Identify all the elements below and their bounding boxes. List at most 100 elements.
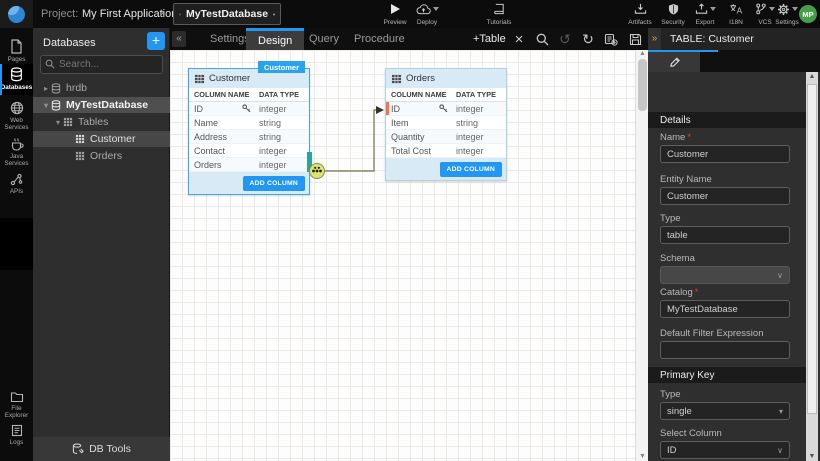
canvas-scrollbar[interactable]: ▲ ▼ xyxy=(635,50,648,461)
relation-anchor-icon[interactable] xyxy=(308,162,326,180)
type-input[interactable] xyxy=(660,226,790,244)
selected-table-badge: Customer xyxy=(258,61,305,73)
type-label: Type xyxy=(660,213,681,224)
table-row[interactable]: ID integer xyxy=(386,102,506,116)
table-icon xyxy=(391,74,402,84)
rail-item-java-services[interactable]: Java Services xyxy=(0,134,33,170)
section-details: Details xyxy=(648,112,806,128)
table-card-customer[interactable]: Customer COLUMN NAMEDATA TYPE ID integer… xyxy=(188,68,310,195)
scroll-up-icon[interactable]: ▲ xyxy=(806,73,818,80)
tree-item-hrdb[interactable]: ▸ hrdb xyxy=(33,80,170,96)
select-column-label: Select Column xyxy=(660,428,722,439)
gear-icon xyxy=(777,3,790,16)
table-row[interactable]: Addressstring xyxy=(189,130,309,144)
database-icon xyxy=(10,67,23,82)
er-diagram-canvas[interactable]: Customer COLUMN NAMEDATA TYPE ID integer… xyxy=(170,50,648,461)
schema-select[interactable]: ∨ xyxy=(660,266,790,284)
table-row[interactable]: Itemstring xyxy=(386,116,506,130)
grid-icon[interactable] xyxy=(273,9,275,20)
coffee-icon xyxy=(10,137,24,151)
tutorials-button[interactable]: Tutorials xyxy=(482,3,516,26)
export-db-icon[interactable] xyxy=(602,30,620,48)
api-icon xyxy=(10,173,23,186)
default-filter-input[interactable] xyxy=(660,341,790,359)
scroll-down-icon[interactable]: ▼ xyxy=(806,453,818,460)
inspector-scrollbar[interactable]: ▲ ▼ xyxy=(806,72,818,461)
chevron-expanded-icon[interactable]: ▾ xyxy=(53,118,63,127)
entity-name-label: Entity Name xyxy=(660,174,712,185)
select-column-select[interactable]: ID∨ xyxy=(660,441,790,459)
name-input[interactable] xyxy=(660,145,790,163)
scrollbar-thumb[interactable] xyxy=(638,59,647,111)
globe-icon xyxy=(10,101,24,115)
rail-item-logs[interactable]: Logs xyxy=(0,421,33,449)
table-footer: ADD COLUMN xyxy=(386,158,506,180)
catalog-input[interactable] xyxy=(660,300,790,318)
collapse-panel-icon[interactable]: « xyxy=(172,31,186,47)
save-icon[interactable] xyxy=(626,30,644,48)
db-tab-mytestdatabase[interactable]: MyTestDatabase xyxy=(173,3,281,25)
chevron-down-icon: ∨ xyxy=(777,271,783,280)
add-column-button[interactable]: ADD COLUMN xyxy=(243,176,305,191)
section-primary-key: Primary Key xyxy=(648,367,806,383)
key-icon xyxy=(242,104,251,113)
add-table-button[interactable]: +Table xyxy=(473,28,506,50)
pk-type-select[interactable]: single▾ xyxy=(660,402,790,420)
table-row[interactable]: Quantityinteger xyxy=(386,130,506,144)
chevron-expanded-icon[interactable]: ▾ xyxy=(41,101,51,110)
add-database-button[interactable]: + xyxy=(147,32,165,50)
artifacts-button[interactable]: Artifacts xyxy=(623,3,657,26)
schema-label: Schema xyxy=(660,253,695,264)
tab-design[interactable]: Design xyxy=(246,28,304,50)
table-row[interactable]: Ordersinteger xyxy=(189,158,309,172)
undo-icon[interactable]: ↺ xyxy=(556,30,574,48)
app-window: Project: My First Application › MyTestDa… xyxy=(0,0,820,461)
table-row[interactable]: ID integer xyxy=(189,102,309,116)
topbar: Project: My First Application › MyTestDa… xyxy=(0,0,820,28)
tree-item-mytestdatabase[interactable]: ▾ MyTestDatabase xyxy=(33,97,170,113)
preview-button[interactable]: Preview xyxy=(378,3,412,26)
table-row[interactable]: Contactinteger xyxy=(189,144,309,158)
project-label: Project: xyxy=(41,8,78,20)
redo-icon[interactable]: ↻ xyxy=(579,30,597,48)
entity-name-input[interactable] xyxy=(660,187,790,205)
rail-item-apis[interactable]: APIs xyxy=(0,170,33,198)
rail-item-databases[interactable]: Databases xyxy=(0,64,33,95)
folder-icon xyxy=(10,391,24,403)
chevron-collapsed-icon[interactable]: ▸ xyxy=(41,84,51,93)
deploy-button[interactable]: Deploy xyxy=(410,3,444,26)
table-card-orders[interactable]: Orders COLUMN NAMEDATA TYPE ID integer I… xyxy=(385,68,507,181)
tab-edit[interactable] xyxy=(648,52,700,72)
table-inspector-panel: » TABLE: Customer Details Name* Entity N… xyxy=(648,28,820,461)
tree-item-orders[interactable]: Orders xyxy=(33,148,170,164)
caret-down-icon xyxy=(792,7,798,11)
rail-item-file-explorer[interactable]: File Explorer xyxy=(0,388,33,422)
table-row[interactable]: Namestring xyxy=(189,116,309,130)
expand-panel-icon[interactable]: » xyxy=(648,30,661,48)
app-logo[interactable] xyxy=(0,0,33,28)
table-row[interactable]: Total Costinteger xyxy=(386,144,506,158)
search-icon[interactable] xyxy=(533,30,551,48)
add-column-button[interactable]: ADD COLUMN xyxy=(440,162,502,177)
table-header[interactable]: Orders xyxy=(386,69,506,88)
rail-item-web-services[interactable]: Web Services xyxy=(0,98,33,134)
close-icon[interactable]: × xyxy=(510,30,528,48)
cloud-upload-icon xyxy=(416,4,431,15)
table-icon xyxy=(75,134,85,144)
book-icon xyxy=(494,3,505,15)
database-icon xyxy=(179,9,181,20)
key-icon xyxy=(439,104,448,113)
export-button[interactable]: Export xyxy=(688,3,722,26)
tree-item-tables[interactable]: ▾ Tables xyxy=(33,114,170,130)
play-icon xyxy=(391,4,400,14)
tree-item-customer[interactable]: Customer xyxy=(33,131,170,147)
table-footer: ADD COLUMN xyxy=(189,172,309,194)
scrollbar-thumb[interactable] xyxy=(807,84,817,414)
user-avatar[interactable]: MP xyxy=(799,5,817,23)
db-tools-button[interactable]: DB Tools xyxy=(33,437,170,461)
security-button[interactable]: Security xyxy=(656,3,690,26)
rail-item-pages[interactable]: Pages xyxy=(0,36,33,66)
tab-procedure[interactable]: Procedure xyxy=(342,28,417,50)
search-input[interactable] xyxy=(40,55,163,74)
caret-down-icon xyxy=(433,7,439,11)
